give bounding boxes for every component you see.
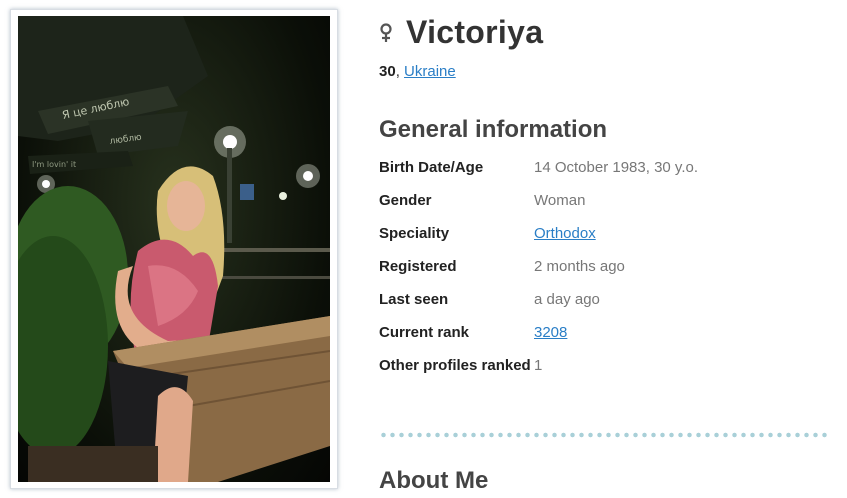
info-label: Speciality bbox=[379, 225, 450, 242]
current-rank-link[interactable]: 3208 bbox=[534, 324, 567, 341]
info-value-cell: 3208 bbox=[534, 321, 829, 354]
info-row-birth-date: Birth Date/Age 14 October 1983, 30 y.o. bbox=[379, 156, 829, 189]
info-value-cell: Orthodox bbox=[534, 222, 829, 255]
female-symbol-icon bbox=[380, 23, 392, 42]
info-label: Registered bbox=[379, 258, 457, 275]
info-row-speciality: Speciality Orthodox bbox=[379, 222, 829, 255]
info-value: a day ago bbox=[534, 291, 600, 308]
profile-photo[interactable]: Я це люблю люблю I'm lovin' it bbox=[18, 16, 330, 482]
info-value: 14 October 1983, 30 y.o. bbox=[534, 159, 698, 176]
info-row-other-profiles: Other profiles ranked 1 bbox=[379, 354, 829, 387]
photo-scene: Я це люблю люблю I'm lovin' it bbox=[18, 16, 330, 482]
profile-name: Victoriya bbox=[406, 13, 544, 50]
profile-meta: 30, Ukraine bbox=[379, 63, 456, 80]
info-label: Other profiles ranked bbox=[379, 357, 531, 374]
info-label: Current rank bbox=[379, 324, 470, 341]
info-row-gender: Gender Woman bbox=[379, 189, 829, 222]
age-separator: , bbox=[395, 63, 405, 80]
info-label: Birth Date/Age bbox=[379, 159, 484, 176]
general-info-table: Birth Date/Age 14 October 1983, 30 y.o. … bbox=[379, 156, 829, 387]
country-link[interactable]: Ukraine bbox=[404, 63, 456, 80]
general-info-heading: General information bbox=[379, 116, 608, 143]
info-row-last-seen: Last seen a day ago bbox=[379, 288, 829, 321]
profile-photo-frame[interactable]: Я це люблю люблю I'm lovin' it bbox=[10, 9, 338, 489]
about-me-heading: About Me bbox=[379, 467, 489, 494]
profile-header: Victoriya bbox=[379, 12, 543, 52]
info-value: 2 months ago bbox=[534, 258, 625, 275]
speciality-link[interactable]: Orthodox bbox=[534, 225, 596, 242]
info-value: Woman bbox=[534, 192, 586, 209]
info-row-registered: Registered 2 months ago bbox=[379, 255, 829, 288]
info-value: 1 bbox=[534, 357, 543, 374]
profile-age: 30 bbox=[379, 63, 396, 80]
info-label: Last seen bbox=[379, 291, 449, 308]
dotted-divider bbox=[379, 432, 829, 438]
info-row-current-rank: Current rank 3208 bbox=[379, 321, 829, 354]
photo-sign-text-3: I'm lovin' it bbox=[32, 160, 76, 169]
info-label: Gender bbox=[379, 192, 432, 209]
